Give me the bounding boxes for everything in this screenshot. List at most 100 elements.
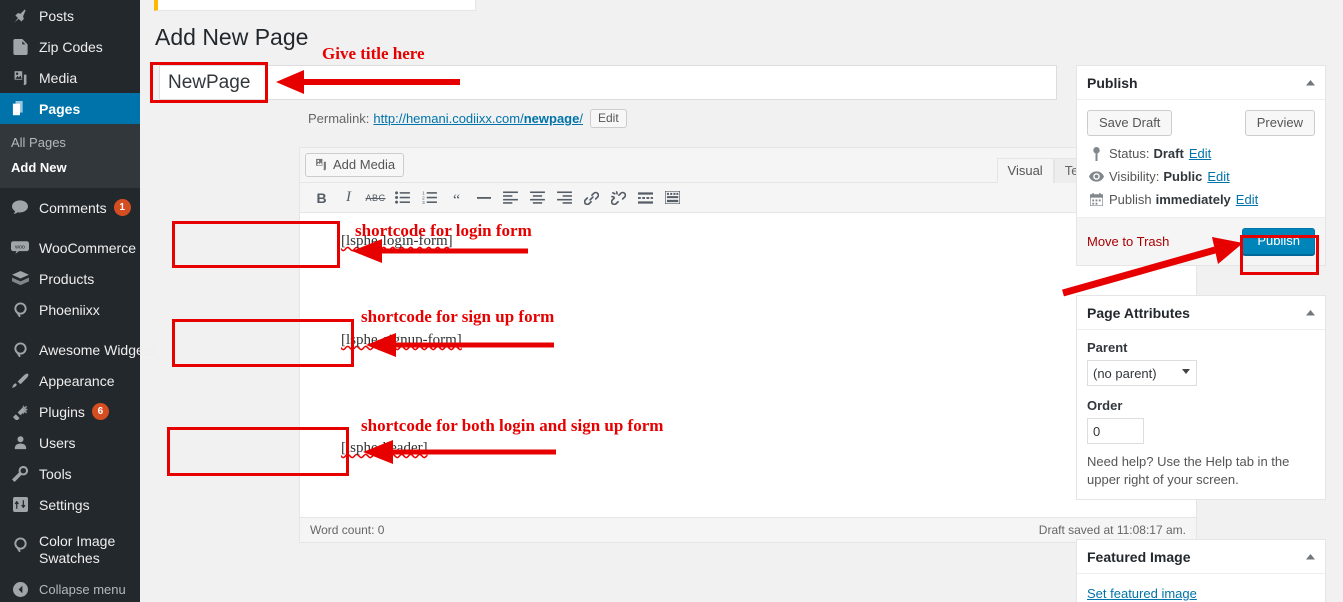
page-attributes-body: Parent (no parent) Order Need help? Use … [1077,330,1325,499]
sidebar-item-pages[interactable]: Pages [0,93,148,124]
status-row: Status: Draft Edit [1077,142,1325,165]
sidebar-item-phoeniixx[interactable]: Phoeniixx [0,294,140,325]
sidebar-item-settings[interactable]: Settings [0,489,140,520]
bullet-list-icon[interactable] [389,186,416,210]
sidebar-item-label: Users [39,434,76,451]
annotation-login-hint: shortcode for login form [355,221,532,240]
edit-visibility-link[interactable]: Edit [1207,169,1229,184]
featured-image-body: Set featured image [1077,574,1325,602]
admin-notice [154,0,476,11]
publish-quick-actions: Save Draft Preview [1077,100,1325,142]
parent-select-wrap: (no parent) [1087,360,1197,386]
title-field-wrap [159,65,1057,100]
editor-line-3: [lsphe-header] [341,440,428,457]
main-body: Add New Page Permalink: http://hemani.co… [140,0,1343,602]
status-label: Status: [1109,146,1150,161]
sidebar-collapse-menu[interactable]: Collapse menu [0,574,140,602]
add-media-button[interactable]: Add Media [305,153,405,177]
numbered-list-icon[interactable]: 123 [416,186,443,210]
sidebar-item-label: Awesome Widgets [39,341,155,358]
parent-label: Parent [1087,340,1128,355]
sidebar-item-products[interactable]: Products [0,263,140,294]
shortcode-header: [lsphe-header] [341,440,428,456]
visibility-label: Visibility: [1109,169,1160,184]
preview-button[interactable]: Preview [1244,110,1315,136]
permalink-label: Permalink: [308,111,370,126]
chevron-up-icon[interactable] [1303,306,1317,320]
chevron-up-icon[interactable] [1303,550,1317,564]
order-input[interactable] [1087,418,1144,444]
link-icon[interactable] [578,186,605,210]
editor-content[interactable]: [lsphe-login-form] [lsphe-signup-form] [… [300,213,1196,523]
page-title-input[interactable] [159,65,1057,100]
edit-status-link[interactable]: Edit [1189,146,1211,161]
sidebar-item-plugins[interactable]: Plugins 6 [0,396,140,427]
sidebar-item-label: Comments [39,199,107,216]
sidebar-item-all-pages[interactable]: All Pages [0,130,140,155]
bold-icon[interactable]: B [308,186,335,210]
order-label: Order [1087,398,1123,413]
publish-box-title: Publish [1087,74,1138,91]
sidebar-subitem-label: Add New [11,160,67,175]
media-icon [314,158,328,171]
align-center-icon[interactable] [524,186,551,210]
permalink-base: http://hemani.codiixx.com/ [373,111,524,126]
sidebar-subitem-label: All Pages [11,135,66,150]
sidebar-item-color-image-swatches[interactable]: Color Image Swatches [0,529,140,574]
products-icon [9,269,31,289]
admin-sidebar: Posts Zip Codes Media Pages All Pages Ad… [0,0,155,602]
align-right-icon[interactable] [551,186,578,210]
unlink-icon[interactable] [605,186,632,210]
publish-button[interactable]: Publish [1242,228,1315,255]
sidebar-item-label: Phoeniixx [39,301,100,318]
featured-image-title: Featured Image [1087,548,1191,565]
editor-line-2: [lsphe-signup-form] [341,332,462,349]
svg-text:woo: woo [14,244,25,250]
page-attributes-title: Page Attributes [1087,304,1190,321]
sidebar-item-tools[interactable]: Tools [0,458,140,489]
menu-divider [0,325,140,334]
strikethrough-icon[interactable]: ABC [362,186,389,210]
parent-select[interactable]: (no parent) [1087,360,1197,386]
italic-icon[interactable]: I [335,186,362,210]
blockquote-icon[interactable]: “ [443,186,470,210]
menu-divider [0,520,140,529]
comments-count-badge: 1 [113,199,131,216]
sidebar-item-comments[interactable]: Comments 1 [0,192,140,223]
edit-publish-date-link[interactable]: Edit [1236,192,1258,207]
toolbar-toggle-icon[interactable] [659,186,686,210]
sidebar-item-users[interactable]: Users [0,427,140,458]
editor-status-bar: Word count: 0 Draft saved at 11:08:17 am… [300,517,1196,542]
circle-icon [9,534,31,554]
pages-icon [9,99,31,119]
chevron-up-icon[interactable] [1303,76,1317,90]
sidebar-item-woocommerce[interactable]: woo WooCommerce [0,232,140,263]
edit-permalink-button[interactable]: Edit [589,109,627,128]
sidebar-item-media[interactable]: Media [0,62,140,93]
page-attributes-box: Page Attributes Parent (no parent) Order… [1076,295,1326,500]
sidebar-item-zip-codes[interactable]: Zip Codes [0,31,140,62]
collapse-menu-label: Collapse menu [39,582,126,597]
tab-visual[interactable]: Visual [996,158,1054,183]
sidebar-item-label: Pages [39,100,81,117]
read-more-icon[interactable] [632,186,659,210]
sidebar-item-posts[interactable]: Posts [0,0,140,31]
publish-box-header: Publish [1077,66,1325,100]
add-media-label: Add Media [333,157,396,172]
sidebar-item-awesome-widgets[interactable]: Awesome Widgets [0,334,155,365]
featured-image-header: Featured Image [1077,540,1325,574]
set-featured-image-link[interactable]: Set featured image [1087,586,1197,601]
save-draft-button[interactable]: Save Draft [1087,110,1173,136]
wrench-icon [9,464,31,484]
sidebar-item-appearance[interactable]: Appearance [0,365,140,396]
publish-time-value: immediately [1155,192,1231,207]
woo-icon: woo [9,238,31,258]
horizontal-rule-icon[interactable] [470,186,497,210]
align-left-icon[interactable] [497,186,524,210]
brush-icon [9,371,31,391]
permalink-link[interactable]: http://hemani.codiixx.com/newpage/ [373,111,583,126]
svg-text:3: 3 [422,200,425,204]
sidebar-item-label: Posts [39,7,75,24]
sidebar-item-add-new[interactable]: Add New [0,155,140,180]
move-to-trash-link[interactable]: Move to Trash [1087,234,1169,249]
